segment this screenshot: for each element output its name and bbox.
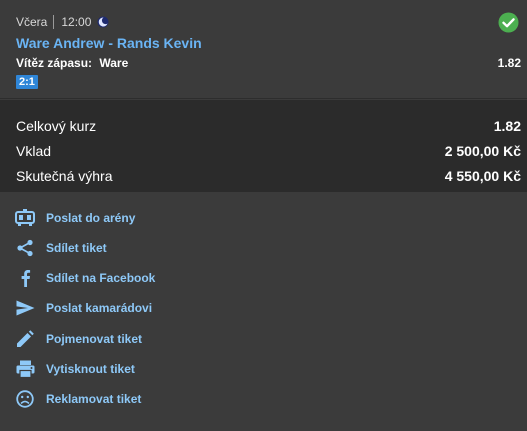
rename-ticket-label: Pojmenovat tiket <box>46 332 143 346</box>
share-facebook-action[interactable]: Sdílet na Facebook <box>0 263 527 293</box>
check-circle-icon <box>498 12 519 38</box>
send-to-arena-action[interactable]: Poslat do arény <box>0 203 527 233</box>
arena-icon <box>14 207 36 229</box>
moon-icon <box>97 16 109 28</box>
total-odds-label: Celkový kurz <box>16 118 97 134</box>
send-icon <box>14 297 36 319</box>
ticket-summary: Celkový kurz 1.82 Vklad 2 500,00 Kč Skut… <box>0 100 527 192</box>
share-ticket-label: Sdílet tiket <box>46 241 107 255</box>
bet-meta: Včera 12:00 <box>16 14 109 30</box>
match-title[interactable]: Ware Andrew - Rands Kevin <box>16 35 202 51</box>
stake-value: 2 500,00 Kč <box>444 143 521 159</box>
market-row: Vítěz zápasu: Ware 1.82 <box>16 56 521 70</box>
send-to-friend-label: Poslat kamarádovi <box>46 301 153 315</box>
score-badge: 2:1 <box>16 75 38 89</box>
complaint-ticket-action[interactable]: Reklamovat tiket <box>0 384 527 414</box>
bet-time: 12:00 <box>61 15 92 29</box>
market-selection: Vítěz zápasu: Ware <box>16 56 128 70</box>
facebook-icon <box>14 267 36 289</box>
total-odds-value: 1.82 <box>493 118 521 134</box>
print-ticket-action[interactable]: Vytisknout tiket <box>0 354 527 384</box>
share-icon <box>14 237 36 259</box>
meta-divider <box>53 15 55 29</box>
payout-row: Skutečná výhra 4 550,00 Kč <box>16 166 521 186</box>
market-label: Vítěz zápasu: <box>16 56 93 70</box>
send-to-arena-label: Poslat do arény <box>46 211 136 225</box>
stake-label: Vklad <box>16 143 52 159</box>
share-facebook-label: Sdílet na Facebook <box>46 271 156 285</box>
stake-row: Vklad 2 500,00 Kč <box>16 141 521 161</box>
sad-face-icon <box>14 388 36 410</box>
payout-value: 4 550,00 Kč <box>444 168 521 184</box>
rename-ticket-action[interactable]: Pojmenovat tiket <box>0 324 527 354</box>
print-icon <box>14 358 36 380</box>
bet-card: Včera 12:00 Ware Andrew - Rands Kevin Ví… <box>0 0 527 99</box>
bet-day: Včera <box>16 15 48 29</box>
selection-name: Ware <box>99 56 129 70</box>
send-to-friend-action[interactable]: Poslat kamarádovi <box>0 293 527 323</box>
share-ticket-action[interactable]: Sdílet tiket <box>0 233 527 263</box>
bet-odds: 1.82 <box>497 56 521 70</box>
total-odds-row: Celkový kurz 1.82 <box>16 116 521 136</box>
pencil-icon <box>14 328 36 350</box>
complaint-ticket-label: Reklamovat tiket <box>46 392 142 406</box>
print-ticket-label: Vytisknout tiket <box>46 362 135 376</box>
payout-label: Skutečná výhra <box>16 168 113 184</box>
